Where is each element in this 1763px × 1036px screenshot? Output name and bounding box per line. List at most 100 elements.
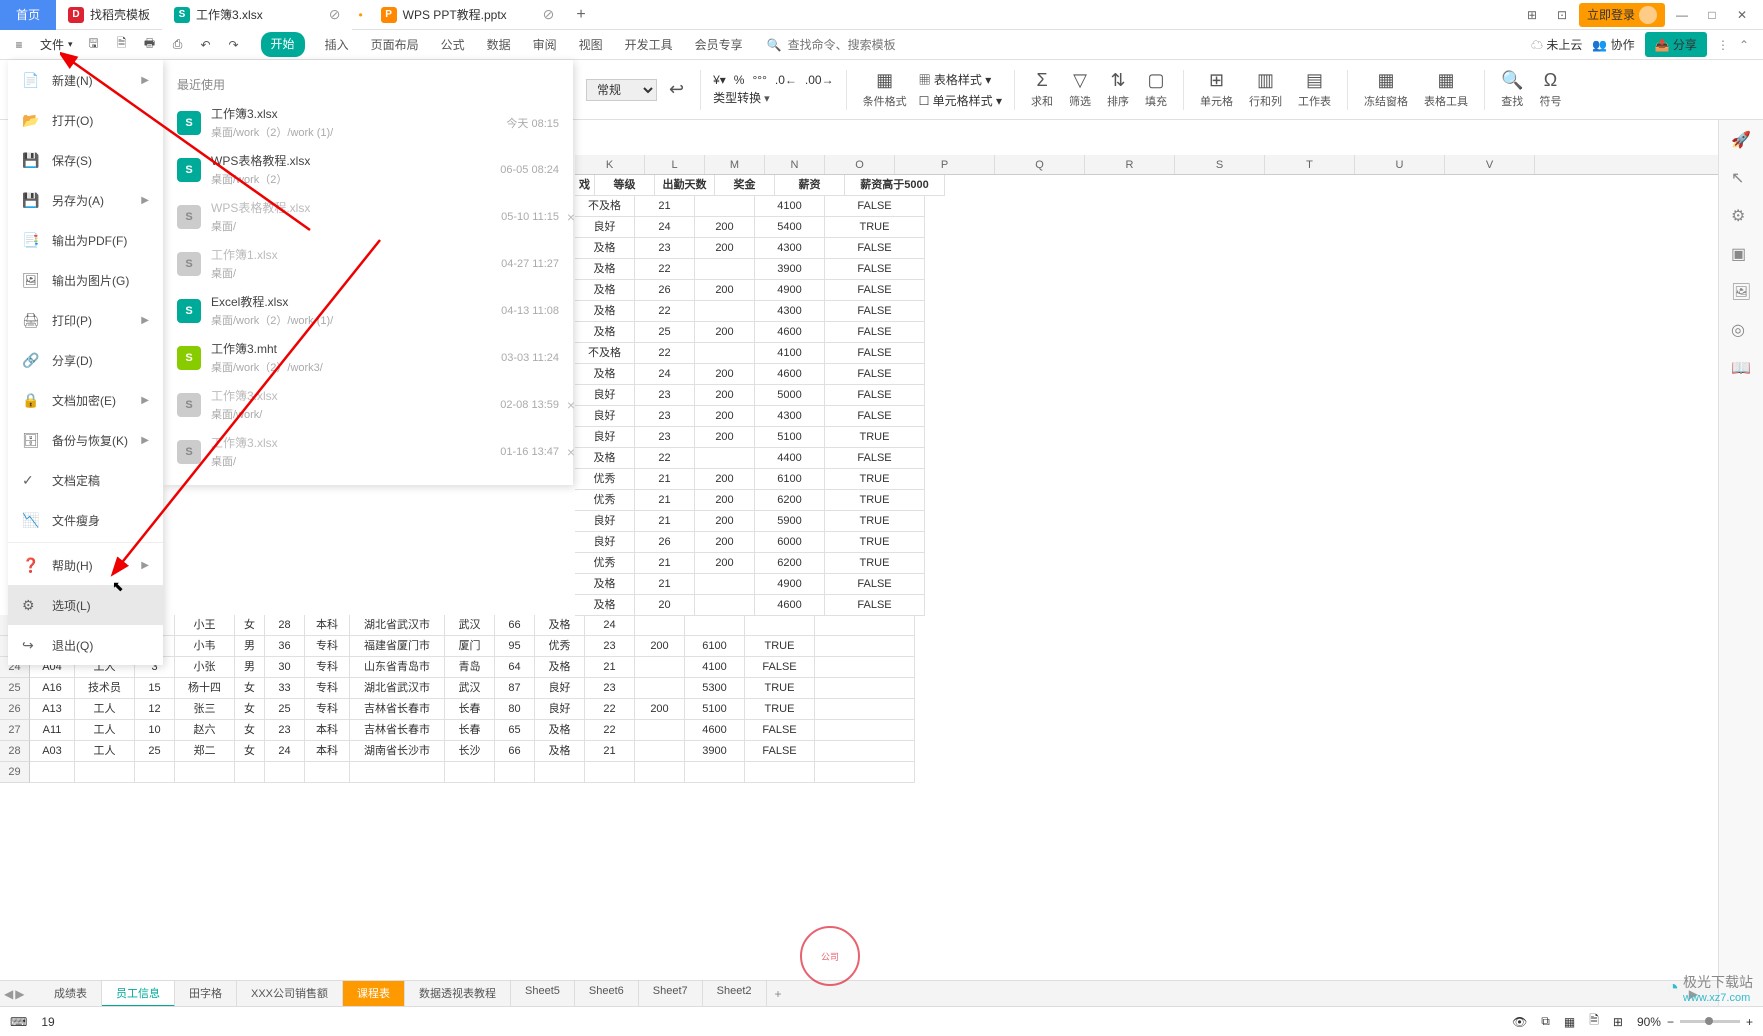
cell[interactable]: 23 <box>585 678 635 699</box>
cell[interactable] <box>815 678 915 699</box>
cell[interactable]: 21 <box>635 196 695 217</box>
cell[interactable]: 张三 <box>175 699 235 720</box>
table-row[interactable]: A01技术员小王女28本科湖北省武汉市武汉66及格24 <box>30 615 1718 636</box>
close-icon[interactable]: ⊘ <box>329 6 341 23</box>
cell[interactable] <box>535 762 585 783</box>
sheet-tab[interactable]: 成绩表 <box>40 981 102 1007</box>
cell[interactable] <box>635 720 685 741</box>
table-row[interactable]: 及格224400FALSE <box>575 448 1718 469</box>
find-button[interactable]: 🔍查找 <box>1497 70 1527 109</box>
cell[interactable] <box>745 762 815 783</box>
cell[interactable]: 200 <box>695 322 755 343</box>
cond-format[interactable]: ▦条件格式 <box>859 70 911 109</box>
table-row[interactable]: 良好262006000TRUE <box>575 532 1718 553</box>
menutab-data[interactable]: 数据 <box>485 32 513 57</box>
file-menu-备份与恢复(K)[interactable]: 🗄备份与恢复(K)▶ <box>8 420 163 460</box>
cell[interactable]: 5400 <box>755 217 825 238</box>
cell[interactable]: 4600 <box>755 322 825 343</box>
cell[interactable]: 33 <box>265 678 305 699</box>
cell[interactable] <box>305 762 350 783</box>
sheet-tab[interactable]: 员工信息 <box>102 981 175 1007</box>
cell[interactable]: TRUE <box>825 553 925 574</box>
cell[interactable] <box>495 762 535 783</box>
cell[interactable]: 200 <box>695 511 755 532</box>
close-icon[interactable]: ⊘ <box>543 6 555 23</box>
cell[interactable]: 青岛 <box>445 657 495 678</box>
cell[interactable]: TRUE <box>825 217 925 238</box>
cell[interactable]: 不及格 <box>575 196 635 217</box>
cell[interactable]: A16 <box>30 678 75 699</box>
cell[interactable]: 21 <box>585 741 635 762</box>
cell[interactable]: 郑二 <box>175 741 235 762</box>
cell[interactable]: 优秀 <box>575 553 635 574</box>
cell[interactable]: 12 <box>135 699 175 720</box>
cell[interactable]: 21 <box>635 490 695 511</box>
cell[interactable]: 23 <box>635 238 695 259</box>
table-row[interactable]: A03工人25郑二女24本科湖南省长沙市长沙66及格213900FALSE <box>30 741 1718 762</box>
col-header[interactable]: U <box>1355 155 1445 174</box>
cell[interactable]: 30 <box>265 657 305 678</box>
cell[interactable]: 23 <box>635 427 695 448</box>
recent-item[interactable]: SWPS表格教程.xlsx桌面/05-10 11:15× <box>163 193 573 240</box>
close-button[interactable]: ✕ <box>1729 2 1755 28</box>
cell[interactable]: 22 <box>635 448 695 469</box>
file-menu-文档加密(E)[interactable]: 🔒文档加密(E)▶ <box>8 380 163 420</box>
cell[interactable] <box>815 636 915 657</box>
cell[interactable]: 湖北省武汉市 <box>350 615 445 636</box>
col-header[interactable]: P <box>895 155 995 174</box>
cell[interactable]: 专科 <box>305 657 350 678</box>
cell[interactable]: 及格 <box>575 322 635 343</box>
row-header[interactable]: 26 <box>0 699 30 720</box>
cell[interactable]: 长春 <box>445 699 495 720</box>
cell[interactable]: 吉林省长春市 <box>350 699 445 720</box>
cell[interactable]: 男 <box>235 657 265 678</box>
col-header[interactable]: T <box>1265 155 1355 174</box>
cell[interactable]: 及格 <box>535 657 585 678</box>
cell[interactable]: 25 <box>265 699 305 720</box>
cell[interactable] <box>265 762 305 783</box>
col-header[interactable]: L <box>645 155 705 174</box>
table-row[interactable]: A04工人3小张男30专科山东省青岛市青岛64及格214100FALSE <box>30 657 1718 678</box>
cell[interactable]: 21 <box>635 574 695 595</box>
apps-icon[interactable]: ⊡ <box>1549 2 1575 28</box>
file-menu-输出为PDF(F)[interactable]: 📑输出为PDF(F) <box>8 220 163 260</box>
cell[interactable]: 4900 <box>755 574 825 595</box>
cell-button[interactable]: ⊞单元格 <box>1196 70 1237 109</box>
cell[interactable]: 长沙 <box>445 741 495 762</box>
preview-icon[interactable]: ⎙ <box>165 32 191 58</box>
cell[interactable]: 23 <box>635 406 695 427</box>
cell[interactable]: 良好 <box>535 699 585 720</box>
cell[interactable]: 25 <box>135 741 175 762</box>
cell[interactable]: 优秀 <box>535 636 585 657</box>
menutab-start[interactable]: 开始 <box>261 32 305 57</box>
dec-dec-icon[interactable]: .00→ <box>805 73 834 87</box>
cell[interactable]: 山东省青岛市 <box>350 657 445 678</box>
row-header[interactable]: 29 <box>0 762 30 783</box>
cell[interactable]: 及格 <box>575 448 635 469</box>
cell[interactable]: 80 <box>495 699 535 720</box>
cell[interactable]: 专科 <box>305 636 350 657</box>
fill-button[interactable]: ▢填充 <box>1141 70 1171 109</box>
page-view-icon[interactable]: 🗎 <box>1589 1011 1599 1032</box>
cell[interactable]: 小王 <box>175 615 235 636</box>
cell[interactable]: TRUE <box>745 699 815 720</box>
table-row[interactable]: 优秀212006200TRUE <box>575 490 1718 511</box>
col-header[interactable]: Q <box>995 155 1085 174</box>
grid[interactable]: 戏绩等级出勤天数奖金薪资薪资高于5000不及格214100FALSE良好2420… <box>575 175 1718 616</box>
cell[interactable]: 女 <box>235 678 265 699</box>
tab-workbook3[interactable]: S工作簿3.xlsx⊘ <box>162 0 352 30</box>
col-header[interactable]: K <box>575 155 645 174</box>
file-menu-文件瘦身[interactable]: 📉文件瘦身 <box>8 500 163 540</box>
normal-view-icon[interactable]: ▦ <box>1564 1015 1575 1029</box>
wrap-button[interactable]: ↩ <box>665 79 688 100</box>
cell[interactable]: TRUE <box>825 511 925 532</box>
cell[interactable]: 24 <box>585 615 635 636</box>
menutab-review[interactable]: 审阅 <box>531 32 559 57</box>
cell[interactable]: FALSE <box>825 238 925 259</box>
cell[interactable] <box>695 196 755 217</box>
row-header[interactable]: 28 <box>0 741 30 762</box>
cell[interactable]: 小张 <box>175 657 235 678</box>
cloud-button[interactable]: ☁ 未上云 <box>1531 36 1582 53</box>
cell[interactable]: TRUE <box>825 490 925 511</box>
cell[interactable]: 200 <box>695 427 755 448</box>
